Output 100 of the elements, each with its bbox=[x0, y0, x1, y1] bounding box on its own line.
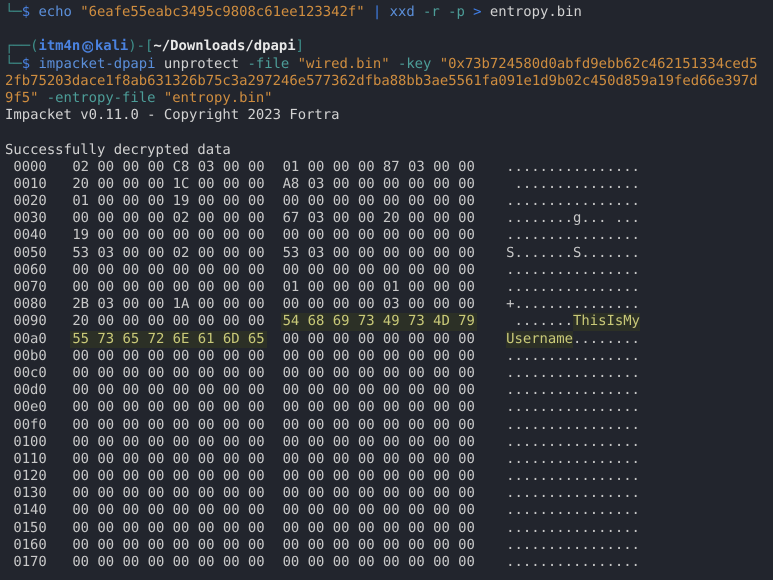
offset-label: 0150 bbox=[13, 520, 47, 537]
ascii-text: ................ bbox=[506, 416, 640, 434]
ascii-text: ................ bbox=[506, 434, 640, 451]
offset-label: 0080 bbox=[13, 296, 47, 314]
hex-bytes: 00 00 00 00 00 00 00 00 bbox=[282, 450, 476, 468]
option-text: -key bbox=[398, 56, 432, 73]
hex-bytes: 00 00 00 00 00 00 00 00 bbox=[282, 348, 476, 365]
command-argument: unprotect bbox=[164, 56, 240, 73]
ascii-text: ................ bbox=[506, 536, 640, 554]
hex-bytes: A8 03 00 00 00 00 00 00 bbox=[282, 176, 476, 194]
host-name: kali bbox=[94, 38, 128, 56]
ascii-text: ................ bbox=[506, 502, 640, 520]
hex-bytes: 00 00 00 00 00 00 00 00 bbox=[282, 416, 476, 434]
ascii-text: ................ bbox=[506, 364, 640, 382]
hex-bytes: 00 00 00 00 00 00 00 00 bbox=[282, 468, 476, 486]
hex-bytes: 00 00 00 00 00 00 00 00 bbox=[71, 262, 266, 280]
option-text: -entropy-file bbox=[46, 90, 156, 108]
prompt-frame: )-[ bbox=[128, 38, 154, 56]
ascii-text: ................ bbox=[506, 399, 640, 417]
hex-bytes: 00 00 00 00 00 00 00 00 bbox=[71, 364, 266, 382]
hex-bytes: 00 00 00 00 00 00 00 00 bbox=[71, 554, 266, 572]
string-argument: "wired.bin" bbox=[298, 56, 390, 73]
circled-symbol-icon bbox=[82, 41, 94, 53]
command-name: echo bbox=[38, 4, 72, 22]
hex-bytes: 00 00 00 00 00 00 00 00 bbox=[71, 279, 266, 296]
string-argument: 9f5" bbox=[5, 90, 38, 108]
option-text: -p bbox=[448, 4, 465, 22]
hex-bytes: 20 00 00 00 1C 00 00 00 bbox=[71, 176, 266, 194]
user-name: itm4n bbox=[38, 38, 80, 56]
hex-bytes: 00 00 00 00 00 00 00 00 bbox=[71, 416, 266, 434]
ascii-text: ................ bbox=[506, 485, 640, 502]
offset-label: 0070 bbox=[13, 279, 47, 296]
prompt-frame: └─ bbox=[5, 56, 22, 73]
offset-label: 0130 bbox=[13, 485, 47, 502]
ascii-text: ........ bbox=[573, 330, 640, 348]
ascii-text: ................ bbox=[506, 468, 640, 486]
ascii-text: +............... bbox=[506, 296, 640, 314]
offset-label: 0010 bbox=[13, 176, 47, 194]
hex-bytes: 00 00 00 00 00 00 00 00 bbox=[71, 399, 266, 417]
hex-bytes: 00 00 00 00 00 00 00 00 bbox=[71, 536, 266, 554]
hex-bytes: 53 03 00 00 00 00 00 00 bbox=[282, 244, 476, 262]
prompt-frame: └─ bbox=[5, 4, 22, 22]
prompt-sign: $ bbox=[22, 4, 30, 22]
offset-label: 0050 bbox=[13, 244, 47, 262]
ascii-text: ................ bbox=[506, 450, 640, 468]
output-text: Successfully decrypted data bbox=[5, 142, 231, 159]
output-text: Impacket v0.11.0 - Copyright 2023 Fortra bbox=[5, 107, 340, 124]
hex-bytes: 00 00 00 00 00 00 00 00 bbox=[282, 227, 476, 245]
hex-bytes: 2B 03 00 00 1A 00 00 00 bbox=[71, 296, 266, 314]
hex-bytes: 00 00 00 00 00 00 00 00 bbox=[71, 502, 266, 520]
command-name: impacket-dpapi bbox=[38, 56, 156, 73]
hex-bytes: 00 00 00 00 00 00 00 00 bbox=[71, 468, 266, 486]
hex-bytes: 01 00 00 00 87 03 00 00 bbox=[282, 158, 476, 176]
ascii-text: ................ bbox=[506, 158, 640, 176]
hex-bytes: 01 00 00 00 01 00 00 00 bbox=[282, 279, 476, 296]
shell-operator: | bbox=[372, 4, 382, 22]
string-argument: "0x73b724580d0abfd9ebb62c462151334ced5 bbox=[440, 56, 758, 73]
command-argument: entropy.bin bbox=[490, 4, 582, 22]
offset-label: 0040 bbox=[13, 227, 47, 245]
option-text: -file bbox=[247, 56, 290, 73]
ascii-text: Username bbox=[506, 330, 574, 348]
prompt-frame: ] bbox=[296, 38, 304, 56]
hex-bytes: 00 00 00 00 00 00 00 00 bbox=[282, 399, 476, 417]
hex-bytes: 00 00 00 00 00 00 00 00 bbox=[282, 330, 476, 348]
hex-bytes: 00 00 00 00 02 00 00 00 bbox=[71, 210, 266, 228]
hex-bytes: 00 00 00 00 03 00 00 00 bbox=[282, 296, 476, 314]
ascii-text: ................ bbox=[506, 348, 640, 365]
hex-bytes: 00 00 00 00 00 00 00 00 bbox=[71, 450, 266, 468]
hex-bytes: 02 00 00 00 C8 03 00 00 bbox=[71, 158, 266, 176]
ascii-text: S.......S....... bbox=[506, 244, 640, 262]
offset-label: 00b0 bbox=[13, 348, 47, 365]
hex-bytes: 00 00 00 00 00 00 00 00 bbox=[282, 520, 476, 537]
offset-label: 0020 bbox=[13, 193, 47, 210]
prompt-sign: $ bbox=[22, 56, 30, 73]
ascii-text: ............... bbox=[513, 176, 640, 194]
offset-label: 00c0 bbox=[13, 364, 47, 382]
offset-label: 00e0 bbox=[13, 399, 47, 417]
hex-bytes: 00 00 00 00 00 00 00 00 bbox=[71, 382, 266, 400]
hex-bytes: 53 03 00 00 02 00 00 00 bbox=[71, 244, 266, 262]
offset-label: 0120 bbox=[13, 468, 47, 486]
hex-bytes: 20 00 00 00 00 00 00 00 bbox=[71, 313, 266, 331]
offset-label: 0090 bbox=[13, 313, 47, 331]
offset-label: 0000 bbox=[13, 158, 47, 176]
hex-bytes: 00 00 00 00 00 00 00 00 bbox=[282, 434, 476, 451]
hex-bytes: 00 00 00 00 00 00 00 00 bbox=[282, 262, 476, 280]
ascii-text: ....... bbox=[513, 313, 574, 331]
hex-bytes: 54 68 69 73 49 73 4D 79 bbox=[280, 313, 477, 331]
ascii-text: ThisIsMy bbox=[573, 313, 640, 331]
hex-bytes: 19 00 00 00 00 00 00 00 bbox=[71, 227, 266, 245]
command-name: xxd bbox=[390, 4, 415, 22]
offset-label: 0170 bbox=[13, 554, 47, 572]
ascii-text: ................ bbox=[506, 193, 640, 210]
prompt-frame: ┌──( bbox=[5, 38, 38, 56]
offset-label: 00d0 bbox=[13, 382, 47, 400]
hex-bytes: 00 00 00 00 00 00 00 00 bbox=[71, 485, 266, 502]
ascii-text: ................ bbox=[506, 554, 640, 572]
hex-bytes: 00 00 00 00 00 00 00 00 bbox=[282, 554, 476, 572]
hex-bytes: 00 00 00 00 00 00 00 00 bbox=[282, 502, 476, 520]
option-text: -r bbox=[423, 4, 440, 22]
ascii-text: ................ bbox=[506, 382, 640, 400]
